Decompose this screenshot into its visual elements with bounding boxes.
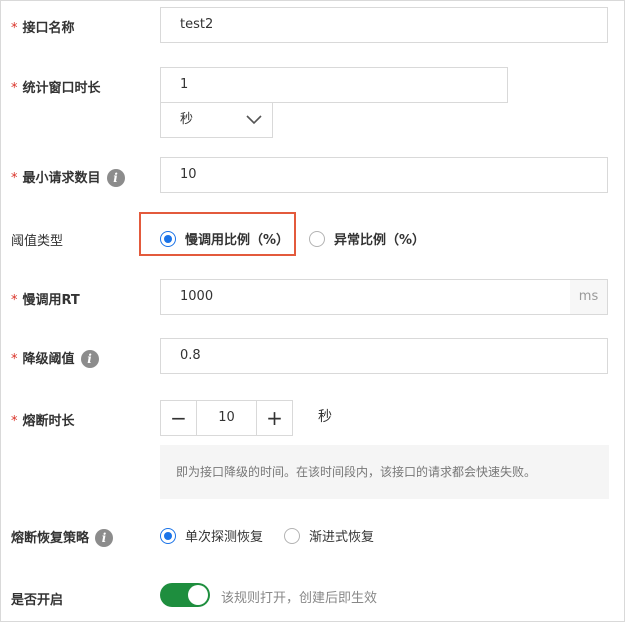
radio-icon[interactable] [284,527,300,544]
ms-suffix: ms [570,279,608,315]
slow-rt-label-text: 慢调用RT [22,293,80,308]
time-unit-select[interactable]: 秒 [160,102,273,138]
option-label: 慢调用比例（%） [185,233,290,248]
min-requests-input[interactable]: 10 [160,157,608,193]
required-marker: * [11,414,18,429]
required-marker: * [11,171,18,186]
recovery-strategy-label: 熔断恢复策略 i [11,527,114,548]
recovery-strategy-label-text: 熔断恢复策略 [11,531,90,546]
degrade-threshold-label: * 降级阈值 i [11,348,99,369]
required-marker: * [11,81,18,96]
option-label: 渐进式恢复 [309,530,375,545]
api-name-label: * 接口名称 [11,17,75,36]
api-name-label-text: 接口名称 [22,21,75,36]
required-marker: * [11,21,18,36]
enabled-note: 该规则打开，创建后即生效 [221,591,378,606]
radio-icon[interactable] [160,230,176,247]
info-icon[interactable]: i [80,349,99,368]
stat-window-label: * 统计窗口时长 [11,77,101,96]
slow-rt-input[interactable]: 1000 [160,279,571,315]
required-marker: * [11,293,18,308]
radio-icon[interactable] [160,527,176,544]
option-label: 单次探测恢复 [185,530,264,545]
required-marker: * [11,352,18,367]
break-duration-hint: 即为接口降级的时间。在该时间段内，该接口的请求都会快速失败。 [160,445,609,499]
info-icon[interactable]: i [106,168,125,187]
toggle-switch-icon[interactable] [160,583,210,607]
minus-icon[interactable]: − [161,401,197,435]
option-label: 异常比例（%） [334,233,426,248]
stat-window-input[interactable]: 1 [160,67,508,103]
info-icon[interactable]: i [95,528,114,547]
min-requests-label-text: 最小请求数目 [22,171,101,186]
break-duration-label: * 熔断时长 [11,410,75,429]
recovery-option-single-probe[interactable]: 单次探测恢复 [160,526,263,545]
chevron-down-icon [246,115,262,125]
threshold-type-option-error[interactable]: 异常比例（%） [309,229,425,248]
threshold-type-label: 阈值类型 [11,234,64,249]
radio-icon[interactable] [309,230,325,247]
slow-rt-label: * 慢调用RT [11,289,80,308]
time-unit-value: 秒 [180,112,194,127]
enabled-label: 是否开启 [11,593,64,608]
stat-window-label-text: 统计窗口时长 [22,81,101,96]
break-duration-stepper[interactable]: − 10 + [160,400,293,436]
api-name-input[interactable]: test2 [160,7,608,43]
break-duration-unit: 秒 [318,409,332,425]
degrade-threshold-label-text: 降级阈值 [22,352,75,367]
threshold-type-option-slow[interactable]: 慢调用比例（%） [160,229,289,248]
break-duration-label-text: 熔断时长 [22,414,75,429]
recovery-option-progressive[interactable]: 渐进式恢复 [284,526,374,545]
degrade-threshold-input[interactable]: 0.8 [160,338,608,374]
break-duration-value[interactable]: 10 [197,401,256,435]
min-requests-label: * 最小请求数目 i [11,167,125,188]
rule-form: * 接口名称 test2 * 统计窗口时长 1 秒 * 最小请求数目 i 10 阈值类型… [0,0,625,622]
plus-icon[interactable]: + [256,401,292,435]
